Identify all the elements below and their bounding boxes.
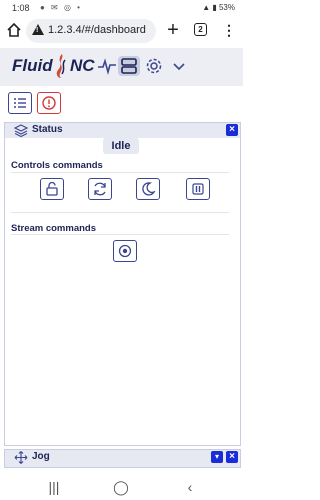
panel-toolbar (0, 92, 243, 116)
gear-icon (146, 58, 162, 74)
alert-icon (42, 96, 56, 110)
home-button[interactable] (6, 22, 22, 38)
system-nav-bar: ||| ◯ ‹ (0, 474, 243, 500)
jog-panel-header: Jog ▾ × (5, 450, 240, 467)
sleep-button[interactable] (136, 178, 160, 200)
list-icon (14, 98, 26, 108)
close-panel-button[interactable]: × (226, 451, 238, 463)
stream-stop-button[interactable] (113, 240, 137, 262)
flame-logo-icon (56, 54, 66, 78)
divider (11, 172, 229, 173)
clock: 1:08 (12, 3, 30, 13)
app-header: Fluid NC (0, 48, 243, 86)
status-panel-header: Status × (5, 123, 240, 138)
reset-button[interactable] (88, 178, 112, 200)
pause-button[interactable] (186, 178, 210, 200)
back-button[interactable]: ‹ (180, 478, 200, 496)
panels-menu-button[interactable] (8, 92, 32, 114)
pulse-icon (98, 58, 116, 75)
close-panel-button[interactable]: × (226, 124, 238, 136)
pulse-button[interactable] (96, 56, 118, 76)
refresh-icon (94, 182, 106, 196)
record-icon (118, 244, 132, 258)
brand-text-left: Fluid (12, 56, 53, 75)
emergency-stop-button[interactable] (37, 92, 61, 114)
unlock-icon (46, 181, 58, 196)
chevron-down-icon (173, 63, 185, 71)
layers-icon (14, 124, 28, 137)
battery-indicator: ▲ ▮ 53% (202, 3, 235, 12)
browser-menu-button[interactable]: ⋮ (222, 20, 236, 40)
signal-icon: ▲ ▮ (202, 3, 217, 12)
dashboard-icon (121, 58, 137, 74)
brand-logo: Fluid (12, 56, 53, 78)
pause-icon (192, 183, 204, 195)
unlock-button[interactable] (40, 178, 64, 200)
more-menu-button[interactable] (168, 56, 190, 76)
new-tab-button[interactable]: + (164, 19, 182, 41)
address-bar[interactable]: ! 1.2.3.4/#/dashboard (26, 19, 156, 43)
jog-panel: Jog ▾ × (4, 449, 241, 468)
home-icon (7, 22, 21, 37)
panel-title: Jog (32, 451, 50, 462)
settings-button[interactable] (143, 56, 165, 76)
machine-state-badge: Idle (103, 138, 139, 154)
home-nav-button[interactable]: ◯ (111, 478, 131, 496)
moon-icon (142, 182, 156, 196)
notification-icons: ● ✉ ◎ • (40, 3, 82, 12)
stream-section-title: Stream commands (11, 223, 97, 234)
dashboard-button[interactable] (118, 56, 140, 76)
brand-text-right: NC (70, 56, 95, 75)
divider (11, 212, 229, 213)
recents-button[interactable]: ||| (44, 478, 64, 496)
device-status-bar: 1:08 ● ✉ ◎ • ▲ ▮ 53% (0, 0, 243, 16)
divider (11, 234, 229, 235)
move-arrows-icon (14, 451, 28, 464)
collapse-panel-button[interactable]: ▾ (211, 451, 223, 463)
battery-level: 53% (218, 3, 235, 12)
tab-switcher-button[interactable]: 2 (194, 23, 207, 36)
controls-section-title: Controls commands (11, 160, 103, 171)
url-text[interactable]: 1.2.3.4/#/dashboard (48, 24, 146, 36)
panel-title: Status (32, 124, 63, 135)
browser-toolbar: ! 1.2.3.4/#/dashboard + 2 ⋮ (0, 16, 243, 46)
